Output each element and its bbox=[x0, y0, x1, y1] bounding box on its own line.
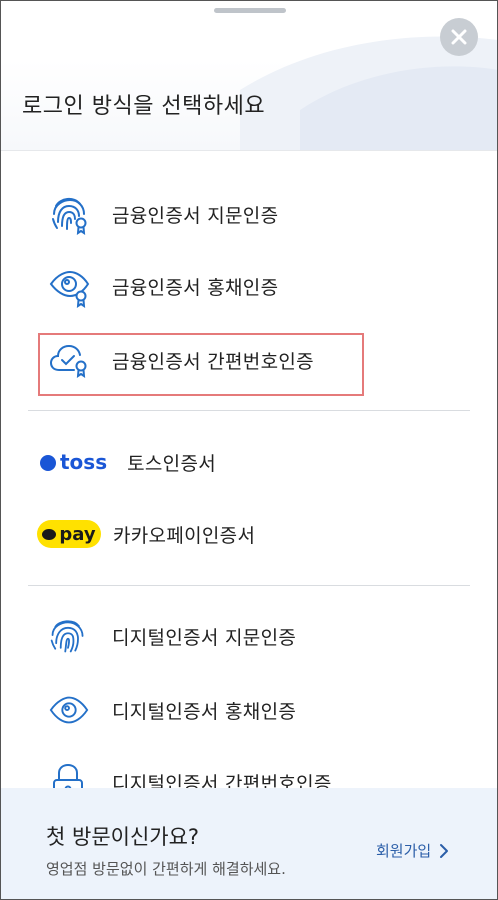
page-title: 로그인 방식을 선택하세요 bbox=[22, 94, 266, 119]
option-label: 금융인증서 간편번호인증 bbox=[112, 350, 314, 373]
option-financial-pin[interactable]: 금융인증서 간편번호인증 bbox=[40, 332, 460, 388]
cloud-check-certificate-icon bbox=[48, 336, 100, 384]
footer-title: 첫 방문이신가요? bbox=[46, 825, 200, 849]
footer-subtitle: 영업점 방문없이 간편하게 해결하세요. bbox=[46, 860, 286, 878]
toss-logo-text: toss bbox=[60, 450, 108, 474]
option-financial-iris[interactable]: 금융인증서 홍채인증 bbox=[40, 258, 460, 314]
eye-icon bbox=[48, 686, 100, 734]
header-wave-decoration bbox=[240, 36, 498, 150]
section-divider bbox=[28, 410, 470, 411]
option-digital-fingerprint[interactable]: 디지털인증서 지문인증 bbox=[40, 608, 460, 664]
option-label: 디지털인증서 지문인증 bbox=[112, 626, 297, 649]
signup-footer: 첫 방문이신가요? 영업점 방문없이 간편하게 해결하세요. 회원가입 bbox=[0, 788, 498, 900]
eye-certificate-icon bbox=[48, 262, 100, 310]
signup-link-label: 회원가입 bbox=[376, 842, 432, 860]
speech-bubble-icon bbox=[42, 528, 57, 540]
option-label: 금융인증서 홍채인증 bbox=[112, 276, 279, 299]
close-button[interactable] bbox=[440, 18, 478, 56]
toss-dot-icon bbox=[40, 455, 56, 471]
header-divider bbox=[0, 150, 498, 151]
kakaopay-logo-text: pay bbox=[59, 523, 96, 545]
chevron-right-icon bbox=[440, 843, 449, 858]
option-label: 토스인증서 bbox=[127, 452, 217, 475]
option-label: 금융인증서 지문인증 bbox=[112, 204, 279, 227]
kakaopay-logo: pay bbox=[37, 510, 101, 558]
option-kakaopay[interactable]: pay 카카오페이인증서 bbox=[37, 506, 460, 562]
section-divider bbox=[28, 585, 470, 586]
option-digital-iris[interactable]: 디지털인증서 홍채인증 bbox=[40, 682, 460, 738]
toss-logo: toss bbox=[40, 438, 107, 486]
option-toss[interactable]: toss 토스인증서 bbox=[40, 434, 460, 490]
fingerprint-icon bbox=[48, 612, 100, 660]
sheet-header bbox=[0, 0, 498, 150]
fingerprint-certificate-icon bbox=[48, 190, 100, 238]
drag-handle[interactable] bbox=[214, 8, 286, 13]
close-icon bbox=[451, 29, 467, 45]
option-financial-fingerprint[interactable]: 금융인증서 지문인증 bbox=[40, 186, 460, 242]
option-label: 디지털인증서 홍채인증 bbox=[112, 700, 297, 723]
signup-link[interactable]: 회원가입 bbox=[376, 840, 449, 861]
option-label: 카카오페이인증서 bbox=[113, 524, 256, 547]
